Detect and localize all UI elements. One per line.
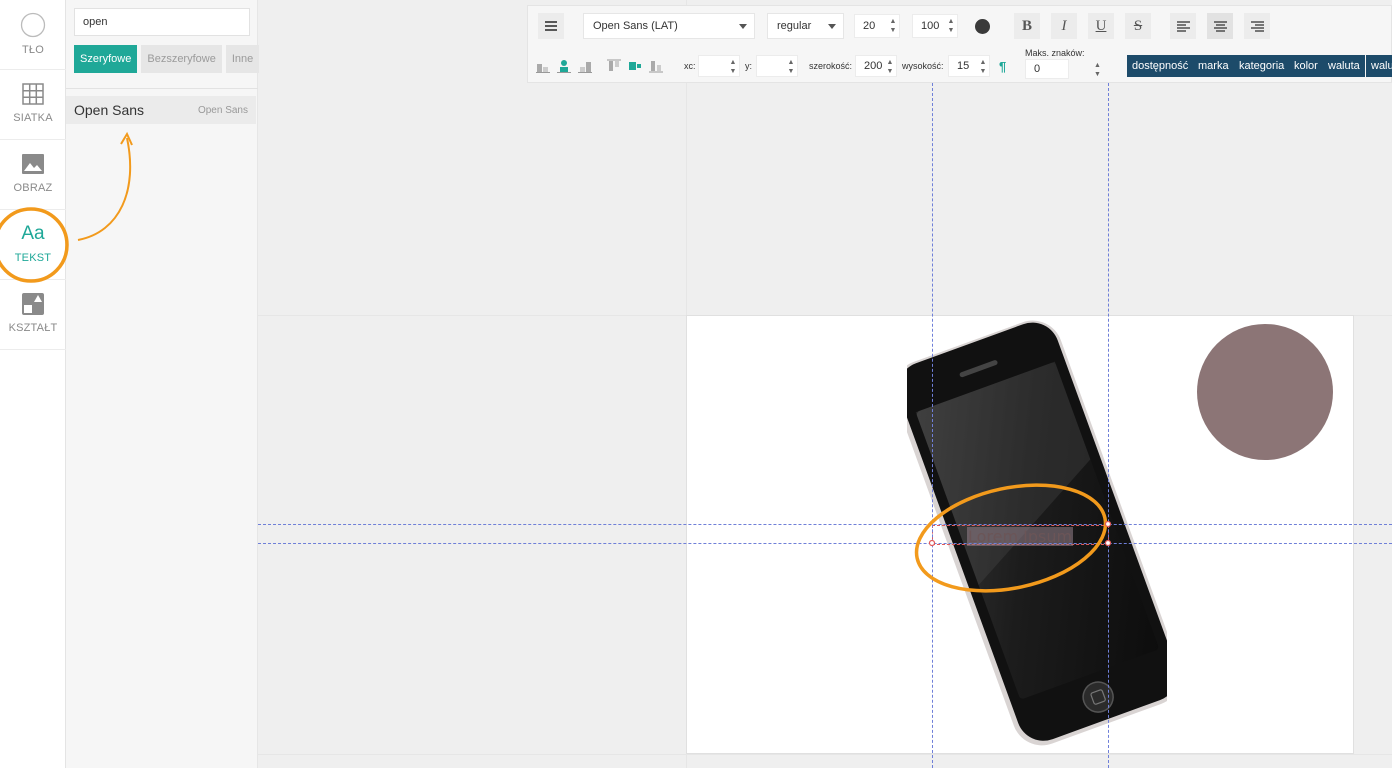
filter-serif-button[interactable]: Szeryfowe bbox=[74, 45, 138, 73]
circle-icon bbox=[20, 12, 46, 38]
tool-rail: TŁO SIATKA OBRAZ Aa TEKST KSZTAŁT bbox=[0, 0, 66, 768]
italic-button[interactable]: I bbox=[1051, 13, 1077, 39]
text-toolbar: Open Sans (LAT) regular 20 ▲ ▼ 100 ▲ ▼ B I… bbox=[527, 5, 1392, 83]
font-result-name: Open Sans bbox=[74, 102, 145, 118]
text-icon: Aa bbox=[21, 223, 45, 244]
align-bottom-icon[interactable] bbox=[649, 59, 663, 73]
y-label: y: bbox=[745, 61, 753, 71]
width-input[interactable]: 200 ▲ ▼ bbox=[855, 55, 897, 77]
xc-input[interactable]: ▲ ▼ bbox=[698, 55, 740, 77]
image-icon bbox=[22, 154, 44, 174]
font-size-stepper[interactable]: 20 ▲ ▼ bbox=[854, 14, 900, 38]
align-center-icon bbox=[1213, 20, 1227, 32]
height-input[interactable]: 15 ▲ ▼ bbox=[948, 55, 990, 77]
width-label: szerokość: bbox=[809, 61, 853, 71]
tag-color[interactable]: kolor bbox=[1289, 55, 1323, 77]
align-right-icon bbox=[1250, 20, 1264, 32]
stepper-arrows-icon[interactable]: ▲ ▼ bbox=[787, 58, 795, 76]
stepper-arrows-icon[interactable]: ▲ ▼ bbox=[947, 17, 955, 35]
tag-currency-truncated[interactable]: walut bbox=[1366, 55, 1392, 77]
stepper-arrows-icon[interactable]: ▲ ▼ bbox=[979, 58, 987, 76]
align-left-icon bbox=[1176, 20, 1190, 32]
paragraph-icon[interactable]: ¶ bbox=[999, 59, 1006, 74]
max-chars-value: 0 bbox=[1034, 63, 1041, 75]
max-chars-input[interactable]: 0 bbox=[1025, 59, 1069, 79]
filter-sans-serif-button[interactable]: Bezszeryfowe bbox=[141, 45, 222, 73]
align-top-icon[interactable] bbox=[607, 59, 621, 73]
stage-guide bbox=[258, 754, 1392, 755]
rail-item-label: OBRAZ bbox=[13, 182, 53, 194]
chevron-down-icon bbox=[739, 24, 747, 29]
y-input[interactable]: ▲ ▼ bbox=[756, 55, 798, 77]
align-bottom-center-icon[interactable] bbox=[557, 59, 571, 73]
divider bbox=[66, 88, 258, 89]
max-chars-label: Maks. znaków: bbox=[1025, 48, 1085, 58]
font-filter-group: Szeryfowe Bezszeryfowe Inne bbox=[74, 45, 260, 73]
line-height-stepper[interactable]: 100 ▲ ▼ bbox=[912, 14, 958, 38]
color-swatch-icon bbox=[974, 18, 990, 34]
strikethrough-button[interactable]: S bbox=[1125, 13, 1151, 39]
stepper-arrows-icon[interactable]: ▲ ▼ bbox=[886, 58, 894, 76]
rail-item-text[interactable]: Aa TEKST bbox=[0, 210, 66, 280]
rail-item-shape[interactable]: KSZTAŁT bbox=[0, 280, 66, 350]
guide-line-horizontal bbox=[258, 524, 1392, 525]
stepper-arrows-icon[interactable]: ▲ ▼ bbox=[1094, 61, 1101, 79]
align-bottom-right-icon[interactable] bbox=[578, 59, 592, 73]
line-height-value: 100 bbox=[921, 20, 940, 32]
align-bottom-left-icon[interactable] bbox=[536, 59, 550, 73]
width-value: 200 bbox=[864, 60, 883, 72]
rail-item-grid[interactable]: SIATKA bbox=[0, 70, 66, 140]
align-right-button[interactable] bbox=[1244, 13, 1270, 39]
tag-brand[interactable]: marka bbox=[1193, 55, 1234, 77]
align-left-button[interactable] bbox=[1170, 13, 1196, 39]
rail-item-label: TŁO bbox=[22, 44, 44, 56]
grid-icon bbox=[22, 83, 44, 105]
font-result-item[interactable]: Open Sans Open Sans bbox=[66, 96, 256, 124]
font-search-input[interactable] bbox=[74, 8, 250, 36]
stepper-arrows-icon[interactable]: ▲ ▼ bbox=[729, 58, 737, 76]
guide-line-vertical bbox=[932, 83, 933, 768]
font-family-select[interactable]: Open Sans (LAT) bbox=[583, 13, 755, 39]
chevron-down-icon bbox=[828, 24, 836, 29]
rail-item-label: SIATKA bbox=[13, 112, 53, 124]
font-panel: Szeryfowe Bezszeryfowe Inne Open Sans Op… bbox=[66, 0, 260, 768]
guide-line-horizontal bbox=[258, 543, 1392, 544]
font-family-value: Open Sans (LAT) bbox=[593, 20, 678, 32]
circle-shape[interactable] bbox=[1197, 324, 1333, 460]
tag-accessibility[interactable]: dostępność bbox=[1127, 55, 1194, 77]
align-center-button[interactable] bbox=[1207, 13, 1233, 39]
font-result-preview: Open Sans bbox=[197, 104, 248, 116]
font-size-value: 20 bbox=[863, 20, 876, 32]
tag-category[interactable]: kategoria bbox=[1234, 55, 1290, 77]
rail-item-label: KSZTAŁT bbox=[8, 322, 58, 334]
artboard[interactable]: Lorem Ipsum bbox=[686, 315, 1354, 754]
height-value: 15 bbox=[957, 60, 970, 72]
rail-item-image[interactable]: OBRAZ bbox=[0, 140, 66, 210]
rail-item-background[interactable]: TŁO bbox=[0, 0, 66, 70]
height-label: wysokość: bbox=[902, 61, 944, 71]
tag-currency[interactable]: waluta bbox=[1323, 55, 1365, 77]
stepper-arrows-icon[interactable]: ▲ ▼ bbox=[889, 17, 897, 35]
font-weight-value: regular bbox=[777, 20, 812, 32]
menu-icon[interactable] bbox=[538, 13, 564, 39]
align-middle-icon[interactable] bbox=[628, 59, 642, 73]
guide-line-vertical bbox=[1108, 83, 1109, 768]
rail-item-label: TEKST bbox=[14, 252, 52, 264]
color-picker-button[interactable] bbox=[969, 13, 995, 39]
shape-icon bbox=[22, 293, 44, 315]
bold-button[interactable]: B bbox=[1014, 13, 1040, 39]
underline-button[interactable]: U bbox=[1088, 13, 1114, 39]
font-weight-select[interactable]: regular bbox=[767, 13, 844, 39]
filter-other-button[interactable]: Inne bbox=[225, 45, 260, 73]
xc-label: xc: bbox=[684, 61, 696, 71]
